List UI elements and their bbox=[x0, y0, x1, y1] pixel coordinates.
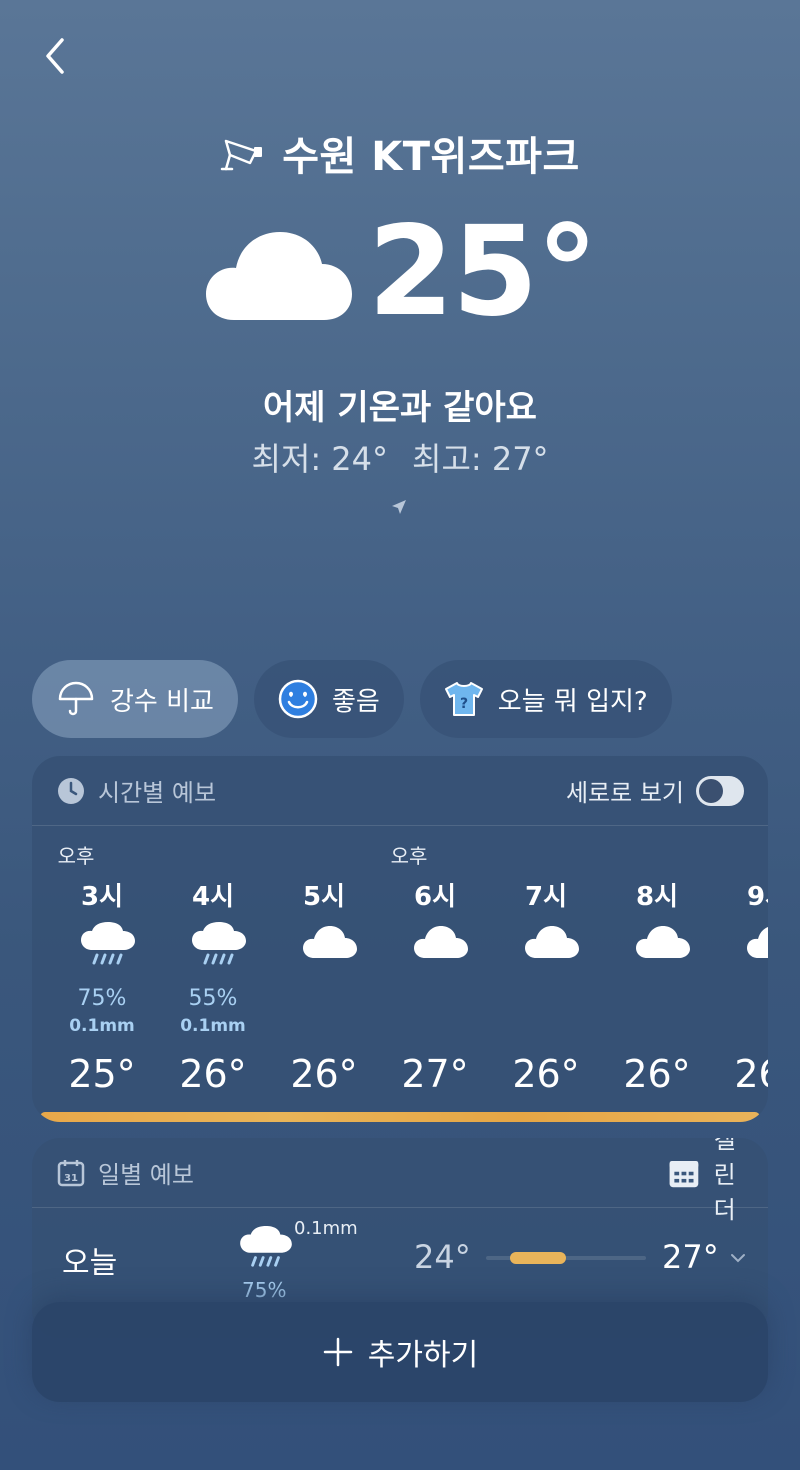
day-precip-prob: 75% bbox=[242, 1278, 287, 1302]
hour-time: 8시 bbox=[635, 882, 678, 912]
hour-item: 오후 3시 75% 0.1mm 25° bbox=[42, 826, 162, 1122]
cloud-icon bbox=[303, 926, 357, 958]
hour-temperature: 26° bbox=[290, 1052, 358, 1096]
daily-header: 31 일별 예보 캘린더 bbox=[32, 1138, 768, 1224]
hour-precip-prob: 75% bbox=[77, 986, 127, 1011]
day-name: 오늘 bbox=[62, 1246, 118, 1281]
chip-what-to-wear[interactable]: ? 오늘 뭐 입지? bbox=[419, 660, 672, 738]
hour-precip-amount: 0.1mm bbox=[180, 1016, 246, 1036]
plus-icon bbox=[323, 1337, 353, 1367]
hour-ampm: 오후 bbox=[390, 844, 428, 868]
cloud-icon bbox=[525, 926, 579, 958]
tshirt-icon: ? bbox=[444, 682, 483, 716]
hour-item: 5시 26° bbox=[264, 826, 384, 1122]
cloud-icon bbox=[414, 926, 468, 958]
hourly-title-text: 시간별 예보 bbox=[98, 779, 217, 807]
hour-temperature: 26° bbox=[734, 1052, 768, 1096]
rain-cloud-icon bbox=[81, 922, 135, 965]
hour-item: 9시 26° bbox=[708, 826, 768, 1122]
day-precip-amount: 0.1mm bbox=[294, 1218, 358, 1239]
vertical-view-toggle-group: 세로로 보기 bbox=[566, 773, 744, 808]
cloud-icon bbox=[636, 926, 690, 958]
calendar-icon bbox=[669, 1160, 699, 1187]
chip-label: 좋음 bbox=[331, 686, 380, 717]
cloud-icon bbox=[205, 232, 352, 320]
daily-list: 오늘 0.1mm 75% 24° 27° bbox=[32, 1208, 768, 1308]
hour-time: 3시 bbox=[80, 882, 123, 912]
add-location-label: 추가하기 bbox=[367, 1338, 479, 1373]
rain-cloud-icon bbox=[192, 922, 246, 965]
hour-item: 오후 6시 27° bbox=[375, 826, 495, 1122]
vertical-view-label: 세로로 보기 bbox=[565, 779, 684, 807]
chevron-down-icon bbox=[731, 1254, 745, 1263]
min-max-temperature: 최저: 24° 최고: 27° bbox=[0, 434, 800, 480]
hourly-forecast-card: 시간별 예보 세로로 보기 오후 3시 75% 0.1mm 25° 4시 55% 0.1mm 2… bbox=[32, 756, 768, 1122]
hour-item: 8시 26° bbox=[597, 826, 717, 1122]
hour-temperature: 27° bbox=[401, 1052, 469, 1096]
chip-air-quality[interactable]: 좋음 bbox=[253, 660, 404, 738]
smiley-icon bbox=[278, 679, 318, 719]
day-temp-range-track bbox=[486, 1252, 646, 1264]
day-temp-range-fill bbox=[510, 1252, 566, 1264]
hour-ampm: 오후 bbox=[57, 844, 95, 868]
day-min-temp: 24° bbox=[414, 1238, 471, 1276]
chevron-left-icon bbox=[46, 38, 64, 74]
hour-precip-prob: 55% bbox=[188, 986, 238, 1011]
temperature-color-bar bbox=[40, 1112, 760, 1122]
hour-temperature: 26° bbox=[512, 1052, 580, 1096]
hour-item: 4시 55% 0.1mm 26° bbox=[153, 826, 273, 1122]
calendar-small-icon: 31 bbox=[57, 1159, 85, 1186]
hour-precip-amount: 0.1mm bbox=[69, 1016, 135, 1036]
hourly-title: 시간별 예보 bbox=[56, 773, 216, 808]
vertical-view-toggle[interactable] bbox=[696, 775, 744, 806]
location-header: 수원 KT위즈파크 bbox=[0, 124, 800, 182]
calendar-day-number: 31 bbox=[64, 1173, 78, 1184]
hour-time: 9시 bbox=[746, 882, 768, 912]
hour-temperature: 26° bbox=[179, 1052, 247, 1096]
hour-temperature: 26° bbox=[623, 1052, 691, 1096]
current-weather: 25° bbox=[0, 210, 800, 334]
hour-time: 5시 bbox=[302, 882, 345, 912]
max-temperature: 최고: 27° bbox=[412, 440, 549, 478]
cloud-icon bbox=[747, 927, 768, 958]
feature-chips: 강수 비교 좋음 ? 오늘 뭐 입지? bbox=[32, 660, 672, 738]
umbrella-icon bbox=[58, 681, 94, 716]
hour-time: 6시 bbox=[413, 882, 456, 912]
hour-time: 4시 bbox=[191, 882, 234, 912]
hour-item: 7시 26° bbox=[486, 826, 606, 1122]
rain-cloud-icon bbox=[240, 1226, 292, 1267]
hourly-scroll-list[interactable]: 오후 3시 75% 0.1mm 25° 4시 55% 0.1mm 26° 5시 26° 오후 6시 27°… bbox=[32, 826, 768, 1122]
hour-temperature: 25° bbox=[68, 1052, 136, 1096]
hour-time: 7시 bbox=[524, 882, 567, 912]
current-temperature: 25° bbox=[367, 200, 599, 344]
daily-title: 31 일별 예보 bbox=[56, 1155, 194, 1190]
chip-precipitation-compare[interactable]: 강수 비교 bbox=[32, 660, 238, 738]
add-location-button[interactable]: 추가하기 bbox=[32, 1302, 768, 1402]
hourly-header: 시간별 예보 세로로 보기 bbox=[32, 756, 768, 826]
toggle-knob bbox=[699, 778, 723, 803]
back-button[interactable] bbox=[36, 34, 76, 78]
location-name: 수원 KT위즈파크 bbox=[282, 134, 580, 180]
clock-icon bbox=[58, 777, 84, 804]
day-max-temp: 27° bbox=[662, 1238, 719, 1276]
svg-text:?: ? bbox=[460, 696, 468, 712]
temperature-comparison: 어제 기온과 같아요 bbox=[263, 388, 537, 428]
min-temperature: 최저: 24° bbox=[251, 440, 388, 478]
chip-label: 강수 비교 bbox=[110, 686, 214, 717]
stadium-camera-icon bbox=[220, 139, 263, 171]
daily-row[interactable]: 오늘 0.1mm 75% 24° 27° bbox=[32, 1208, 768, 1308]
daily-title-text: 일별 예보 bbox=[98, 1161, 194, 1189]
location-arrow-icon bbox=[392, 500, 406, 514]
chip-label: 오늘 뭐 입지? bbox=[497, 686, 648, 717]
